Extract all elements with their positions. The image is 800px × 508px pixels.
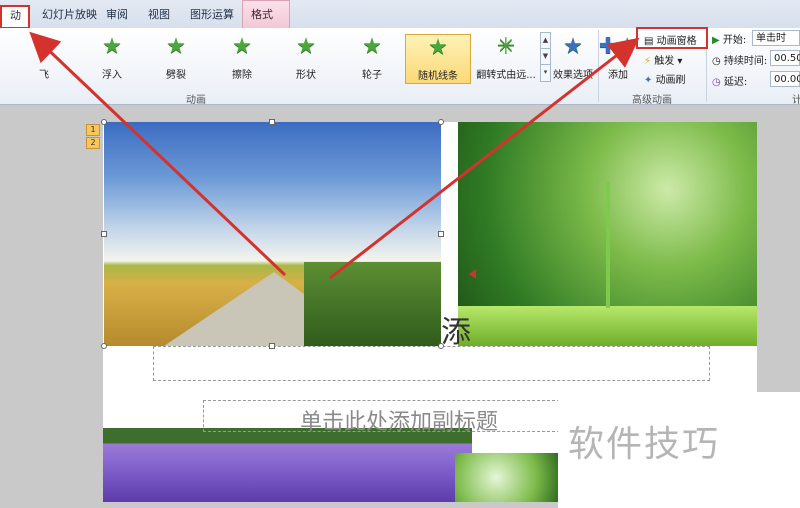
arrow-to-animation-tab xyxy=(29,31,287,277)
watermark-text: 软件技巧 xyxy=(568,424,721,465)
arrow-to-animation-pane xyxy=(329,37,640,280)
